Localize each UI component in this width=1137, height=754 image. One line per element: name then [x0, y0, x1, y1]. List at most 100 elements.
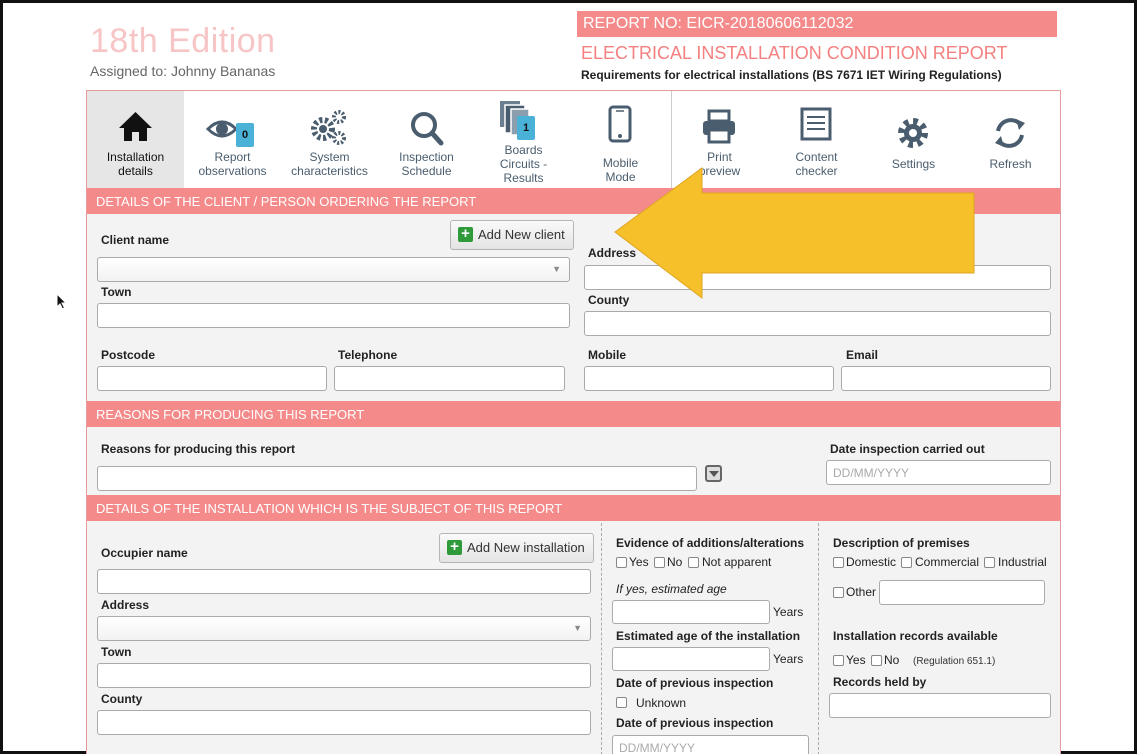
- installation-county-input[interactable]: [97, 710, 591, 735]
- gears-icon: [311, 110, 346, 145]
- prev-inspection-label: Date of previous inspection: [616, 676, 774, 690]
- report-subtitle: Requirements for electrical installation…: [581, 68, 1002, 82]
- tab-report-observations[interactable]: 0 Report observations: [184, 91, 281, 188]
- client-name-label: Client name: [101, 233, 170, 247]
- client-name-select[interactable]: ▼: [97, 257, 570, 282]
- evidence-no-checkbox[interactable]: [654, 557, 665, 568]
- gear-icon: [898, 118, 928, 148]
- section-header-installation: DETAILS OF THE INSTALLATION WHICH IS THE…: [87, 495, 1060, 521]
- tab-system-characteristics[interactable]: System characteristics: [281, 91, 378, 188]
- tab-label-line3: Results: [503, 171, 544, 185]
- assigned-to: Assigned to: Johnny Bananas: [90, 63, 276, 79]
- records-label: Installation records available: [833, 629, 998, 643]
- tab-label-line2: characteristics: [291, 164, 368, 178]
- regulation-note: (Regulation 651.1): [913, 656, 996, 667]
- reasons-label: Reasons for producing this report: [101, 442, 296, 456]
- prev-inspection-date-label: Date of previous inspection: [616, 716, 774, 730]
- search-icon: [411, 112, 444, 146]
- plus-icon: +: [447, 539, 462, 555]
- email-label: Email: [846, 348, 879, 362]
- client-postcode-input[interactable]: [97, 366, 327, 391]
- client-town-input[interactable]: [97, 303, 570, 328]
- occupier-name-input[interactable]: [97, 569, 591, 594]
- domestic-checkbox[interactable]: [833, 557, 844, 568]
- est-age-installation-label: Estimated age of the installation: [616, 629, 801, 643]
- records-yes-checkbox[interactable]: [833, 655, 844, 666]
- installation-town-label: Town: [101, 645, 132, 659]
- unknown-checkbox[interactable]: [616, 697, 627, 708]
- home-icon: [119, 112, 152, 141]
- commercial-checkbox[interactable]: [901, 557, 912, 568]
- report-title: ELECTRICAL INSTALLATION CONDITION REPORT: [581, 43, 1008, 63]
- tab-label-line1: Content: [795, 150, 838, 164]
- domestic-label: Domestic: [846, 555, 897, 569]
- column-divider: [601, 523, 602, 754]
- other-premises-input[interactable]: [879, 580, 1045, 605]
- records-no-checkbox[interactable]: [871, 655, 882, 666]
- unknown-label: Unknown: [636, 696, 687, 710]
- add-new-installation-button[interactable]: + Add New installation: [439, 533, 594, 563]
- prev-inspection-date-input[interactable]: DD/MM/YYYY: [612, 735, 809, 754]
- other-checkbox[interactable]: [833, 587, 844, 598]
- plus-icon: +: [458, 226, 473, 242]
- tab-label-line1: Report: [214, 150, 251, 164]
- client-mobile-input[interactable]: [584, 366, 834, 391]
- estimated-age-input[interactable]: [612, 600, 770, 624]
- industrial-checkbox[interactable]: [984, 557, 995, 568]
- client-email-input[interactable]: [841, 366, 1051, 391]
- installation-address-select[interactable]: ▼: [97, 616, 591, 641]
- tab-label-line2: Circuits -: [499, 157, 548, 171]
- add-new-installation-label: Add New installation: [467, 540, 585, 555]
- years-label: Years: [773, 652, 804, 666]
- chevron-down-icon: ▼: [573, 623, 582, 633]
- reasons-dropdown-button[interactable]: [705, 465, 722, 482]
- installation-county-label: County: [101, 692, 143, 706]
- printer-icon: [703, 109, 735, 144]
- evidence-yes-label: Yes: [629, 555, 649, 569]
- reasons-input[interactable]: [97, 466, 697, 491]
- commercial-label: Commercial: [915, 555, 980, 569]
- evidence-not-apparent-label: Not apparent: [702, 555, 772, 569]
- tab-label-line2: Schedule: [401, 164, 452, 178]
- records-held-label: Records held by: [833, 675, 927, 689]
- town-label: Town: [101, 285, 132, 299]
- mobile-label: Mobile: [588, 348, 626, 362]
- years-label: Years: [773, 605, 804, 619]
- tab-label-line1: Boards: [504, 143, 543, 157]
- telephone-label: Telephone: [338, 348, 398, 362]
- evidence-yes-checkbox[interactable]: [616, 557, 627, 568]
- industrial-label: Industrial: [998, 555, 1047, 569]
- evidence-not-apparent-checkbox[interactable]: [688, 557, 699, 568]
- refresh-icon: [995, 118, 1025, 148]
- column-divider: [818, 523, 819, 754]
- client-telephone-input[interactable]: [334, 366, 565, 391]
- eye-icon: [205, 120, 239, 138]
- observations-count-badge: 0: [236, 123, 254, 147]
- installation-address-label: Address: [101, 598, 150, 612]
- tab-boards-circuits-results[interactable]: 1 Boards Circuits - Results: [475, 91, 572, 188]
- occupier-name-label: Occupier name: [101, 546, 188, 560]
- add-new-client-button[interactable]: + Add New client: [450, 220, 574, 250]
- installation-town-input[interactable]: [97, 663, 591, 688]
- records-no-label: No: [884, 653, 900, 667]
- mouse-cursor-icon: [56, 293, 68, 310]
- annotation-arrow-icon: [614, 167, 975, 300]
- tab-inspection-schedule[interactable]: Inspection Schedule: [378, 91, 475, 188]
- mobile-phone-icon: [608, 105, 632, 143]
- other-label: Other: [846, 585, 877, 599]
- section-header-reasons: REASONS FOR PRODUCING THIS REPORT: [87, 401, 1060, 427]
- tab-label-line1: System: [309, 150, 350, 164]
- installation-age-input[interactable]: [612, 647, 770, 671]
- tab-label-line2: observations: [198, 164, 267, 178]
- client-county-input[interactable]: [584, 311, 1051, 336]
- report-number: REPORT NO: EICR-20180606112032: [577, 11, 1057, 37]
- evidence-label: Evidence of additions/alterations: [616, 536, 805, 550]
- tab-installation-details[interactable]: Installation details: [87, 91, 184, 188]
- evidence-no-label: No: [667, 555, 683, 569]
- records-yes-label: Yes: [846, 653, 866, 667]
- records-held-input[interactable]: [829, 693, 1051, 718]
- brand-title: 18th Edition: [90, 22, 276, 60]
- chevron-down-icon: ▼: [552, 264, 561, 274]
- checklist-icon: [800, 107, 832, 141]
- date-inspection-input[interactable]: DD/MM/YYYY: [826, 460, 1051, 485]
